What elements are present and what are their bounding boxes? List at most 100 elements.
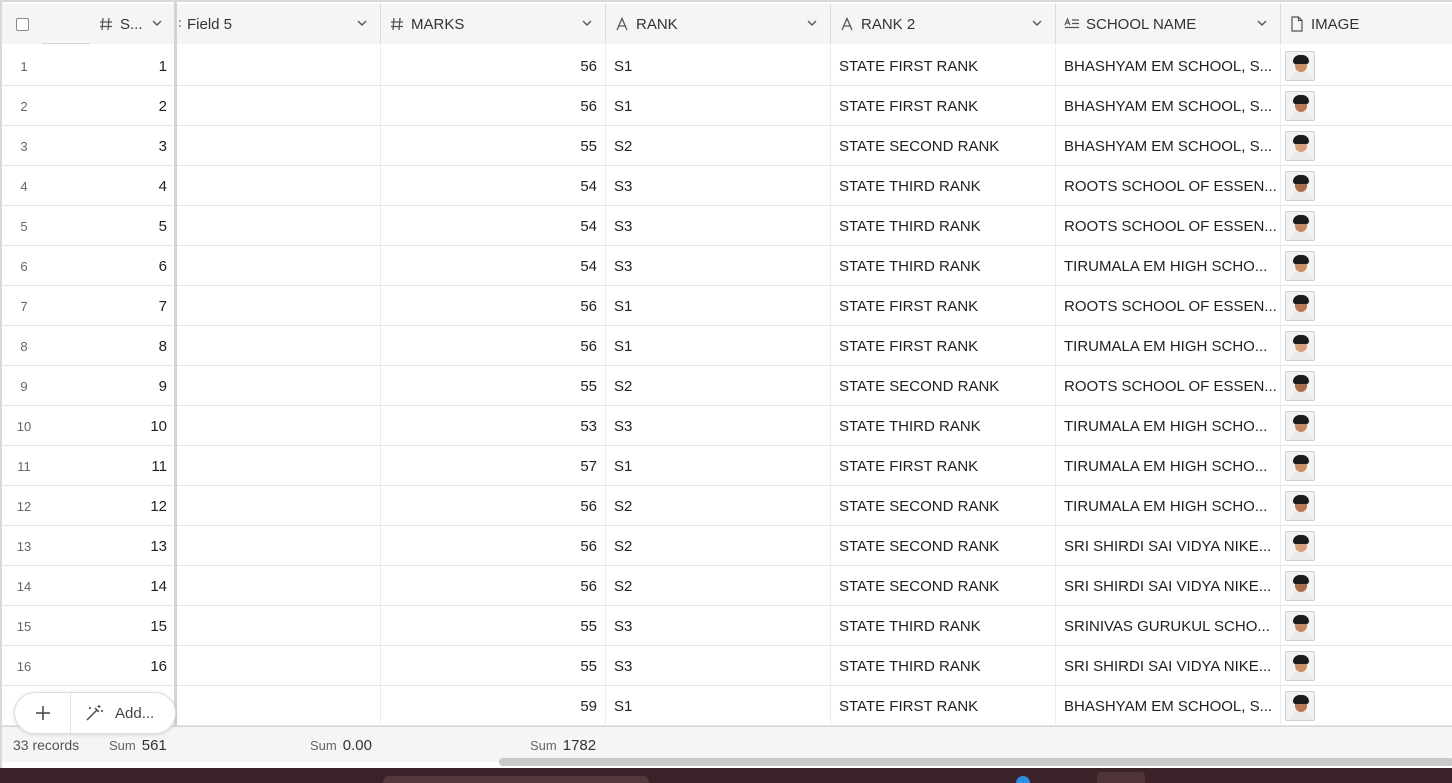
cell-marks[interactable]: 56: [381, 486, 606, 526]
table-row[interactable]: 15 15 55 S3 STATE THIRD RANK SRINIVAS GURUKUL…: [2, 606, 1452, 646]
cell-image[interactable]: [1281, 46, 1452, 86]
cell-image[interactable]: [1281, 326, 1452, 366]
cell-marks[interactable]: 56: [381, 566, 606, 606]
cell-marks[interactable]: 55: [381, 646, 606, 686]
student-photo-thumbnail[interactable]: [1285, 91, 1315, 121]
cell-rank2[interactable]: STATE SECOND RANK: [831, 486, 1056, 526]
cell-marks[interactable]: 54: [381, 246, 606, 286]
cell-rank[interactable]: S2: [606, 366, 831, 406]
cell-image[interactable]: [1281, 406, 1452, 446]
cell-rank2[interactable]: STATE THIRD RANK: [831, 206, 1056, 246]
cell-school[interactable]: TIRUMALA EM HIGH SCHO...: [1056, 246, 1281, 286]
cell-image[interactable]: [1281, 86, 1452, 126]
cell-marks[interactable]: 55: [381, 606, 606, 646]
column-header-marks[interactable]: MARKS: [381, 4, 606, 44]
cell-field5[interactable]: [177, 606, 381, 646]
cell-rank[interactable]: S2: [606, 566, 831, 606]
table-row[interactable]: 4 4 54 S3 STATE THIRD RANK ROOTS SCHOOL OF ES…: [2, 166, 1452, 206]
frozen-column-divider[interactable]: [174, 2, 177, 726]
cell-school[interactable]: SRI SHIRDI SAI VIDYA NIKE...: [1056, 646, 1281, 686]
cell-field5[interactable]: [177, 46, 381, 86]
table-row[interactable]: 59 S1 STATE FIRST RANK BHASHYAM EM SCHOOL, …: [2, 686, 1452, 726]
cell-school[interactable]: BHASHYAM EM SCHOOL, S...: [1056, 46, 1281, 86]
cell-s[interactable]: 11: [46, 446, 176, 486]
cell-rank[interactable]: S3: [606, 646, 831, 686]
cell-image[interactable]: [1281, 606, 1452, 646]
cell-school[interactable]: TIRUMALA EM HIGH SCHO...: [1056, 326, 1281, 366]
taskbar-search[interactable]: [383, 776, 649, 783]
cell-image[interactable]: [1281, 126, 1452, 166]
cell-s[interactable]: 13: [46, 526, 176, 566]
cell-rank[interactable]: S2: [606, 486, 831, 526]
student-photo-thumbnail[interactable]: [1285, 491, 1315, 521]
cell-rank2[interactable]: STATE FIRST RANK: [831, 686, 1056, 726]
cell-s[interactable]: 4: [46, 166, 176, 206]
student-photo-thumbnail[interactable]: [1285, 411, 1315, 441]
cell-school[interactable]: SRI SHIRDI SAI VIDYA NIKE...: [1056, 566, 1281, 606]
table-row[interactable]: 11 11 57 S1 STATE FIRST RANK TIRUMALA EM HIGH…: [2, 446, 1452, 486]
cell-s[interactable]: 8: [46, 326, 176, 366]
summary-field5[interactable]: Sum 0.00: [310, 727, 372, 763]
table-row[interactable]: 1 1 56 S1 STATE FIRST RANK BHASHYAM EM SCHOOL…: [2, 46, 1452, 86]
cell-rank[interactable]: S1: [606, 446, 831, 486]
column-header-field5[interactable]: Field 5: [177, 4, 381, 44]
cell-school[interactable]: SRINIVAS GURUKUL SCHO...: [1056, 606, 1281, 646]
select-all-checkbox[interactable]: [15, 17, 29, 31]
cell-image[interactable]: [1281, 646, 1452, 686]
cell-s[interactable]: 15: [46, 606, 176, 646]
cell-field5[interactable]: [177, 646, 381, 686]
cell-s[interactable]: 6: [46, 246, 176, 286]
cell-rank2[interactable]: STATE FIRST RANK: [831, 46, 1056, 86]
cell-rank[interactable]: S2: [606, 526, 831, 566]
cell-s[interactable]: 3: [46, 126, 176, 166]
cell-image[interactable]: [1281, 246, 1452, 286]
cell-marks[interactable]: 56: [381, 326, 606, 366]
cell-rank2[interactable]: STATE THIRD RANK: [831, 606, 1056, 646]
table-row[interactable]: 10 10 53 S3 STATE THIRD RANK TIRUMALA EM HIGH…: [2, 406, 1452, 446]
drag-handle-icon[interactable]: [177, 18, 183, 30]
table-row[interactable]: 8 8 56 S1 STATE FIRST RANK TIRUMALA EM HIGH S…: [2, 326, 1452, 366]
cell-s[interactable]: 5: [46, 206, 176, 246]
cell-rank2[interactable]: STATE SECOND RANK: [831, 126, 1056, 166]
student-photo-thumbnail[interactable]: [1285, 291, 1315, 321]
cell-rank[interactable]: S2: [606, 126, 831, 166]
student-photo-thumbnail[interactable]: [1285, 691, 1315, 721]
cell-rank[interactable]: S3: [606, 166, 831, 206]
cell-rank2[interactable]: STATE SECOND RANK: [831, 526, 1056, 566]
table-row[interactable]: 16 16 55 S3 STATE THIRD RANK SRI SHIRDI SAI V…: [2, 646, 1452, 686]
cell-rank2[interactable]: STATE FIRST RANK: [831, 286, 1056, 326]
cell-image[interactable]: [1281, 446, 1452, 486]
chevron-down-icon[interactable]: [1031, 17, 1043, 29]
add-record-button[interactable]: [15, 692, 71, 734]
cell-image[interactable]: [1281, 566, 1452, 606]
column-header-school[interactable]: SCHOOL NAME: [1056, 4, 1281, 44]
cell-marks[interactable]: 53: [381, 406, 606, 446]
cell-field5[interactable]: [177, 326, 381, 366]
cell-field5[interactable]: [177, 526, 381, 566]
student-photo-thumbnail[interactable]: [1285, 531, 1315, 561]
cell-rank2[interactable]: STATE FIRST RANK: [831, 86, 1056, 126]
cell-school[interactable]: BHASHYAM EM SCHOOL, S...: [1056, 686, 1281, 726]
cell-marks[interactable]: 54: [381, 206, 606, 246]
cell-field5[interactable]: [177, 126, 381, 166]
cell-marks[interactable]: 56: [381, 46, 606, 86]
cell-rank2[interactable]: STATE FIRST RANK: [831, 326, 1056, 366]
cell-rank2[interactable]: STATE FIRST RANK: [831, 446, 1056, 486]
table-row[interactable]: 5 5 54 S3 STATE THIRD RANK ROOTS SCHOOL OF ES…: [2, 206, 1452, 246]
cell-school[interactable]: ROOTS SCHOOL OF ESSEN...: [1056, 206, 1281, 246]
cell-field5[interactable]: [177, 446, 381, 486]
table-row[interactable]: 6 6 54 S3 STATE THIRD RANK TIRUMALA EM HIGH S…: [2, 246, 1452, 286]
cell-s[interactable]: 12: [46, 486, 176, 526]
table-row[interactable]: 3 3 55 S2 STATE SECOND RANK BHASHYAM EM SCHOO…: [2, 126, 1452, 166]
cell-rank2[interactable]: STATE THIRD RANK: [831, 646, 1056, 686]
cell-image[interactable]: [1281, 486, 1452, 526]
cell-marks[interactable]: 56: [381, 286, 606, 326]
chevron-down-icon[interactable]: [1256, 17, 1268, 29]
cell-school[interactable]: ROOTS SCHOOL OF ESSEN...: [1056, 366, 1281, 406]
cell-marks[interactable]: 54: [381, 166, 606, 206]
cell-marks[interactable]: 56: [381, 526, 606, 566]
table-row[interactable]: 14 14 56 S2 STATE SECOND RANK SRI SHIRDI SAI …: [2, 566, 1452, 606]
add-more-button[interactable]: Add...: [71, 704, 154, 722]
cell-marks[interactable]: 55: [381, 126, 606, 166]
chevron-down-icon[interactable]: [806, 17, 818, 29]
